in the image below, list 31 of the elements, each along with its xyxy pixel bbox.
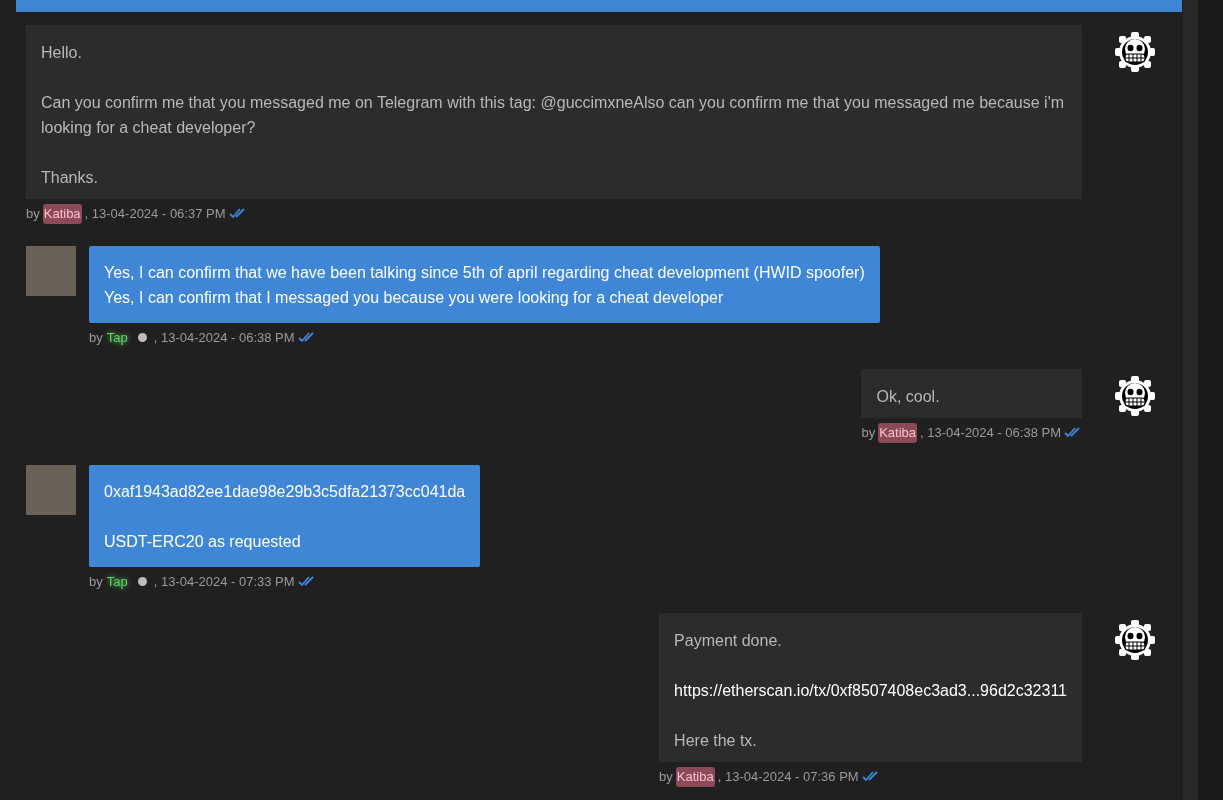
message-text: Hello. [41, 43, 83, 63]
message-text: Ok, cool. [876, 387, 941, 407]
message-text: Thanks. [41, 168, 99, 188]
message-text: Can you confirm me that you messaged me on Telegram with this tag: @guccimxneAlso can you confirm me that you messaged me because i'm looking for a cheat developer? [41, 93, 1066, 138]
timestamp: , 13-04-2024 - 06:37 PM [84, 205, 226, 223]
timestamp: , 13-04-2024 - 07:33 PM [153, 572, 295, 591]
avatar-photo-placeholder [26, 245, 76, 296]
by-label: by [861, 424, 876, 442]
timestamp: , 13-04-2024 - 06:38 PM [153, 328, 295, 347]
timestamp: , 13-04-2024 - 06:38 PM [920, 424, 1061, 442]
message-text: Yes, I can confirm that I messaged you because you were looking for a cheat developer [104, 287, 725, 308]
skull-avatar-icon [1114, 31, 1156, 73]
skull-avatar-icon [1114, 619, 1156, 661]
message-text: Here the tx. [674, 731, 758, 751]
by-label: by [89, 572, 103, 591]
author-link[interactable]: Katiba [878, 423, 918, 443]
by-label: by [659, 768, 673, 786]
link[interactable]: https://etherscan.io/tx/0xf8507408ec3ad3...96d2c32311 [674, 682, 1067, 699]
skull-avatar-icon [1114, 375, 1156, 417]
timestamp: , 13-04-2024 - 07:36 PM [717, 768, 859, 786]
author-link[interactable]: Katiba [675, 767, 715, 787]
message-text: Yes, I can confirm that we have been talking since 5th of april regarding cheat development (HWID spoofer) [104, 262, 865, 283]
author-link[interactable]: Katiba [42, 204, 82, 224]
message-text: USDT-ERC20 as requested [104, 531, 302, 552]
author-link[interactable]: Tap [105, 327, 129, 347]
message-text: Payment done. [674, 631, 783, 651]
by-label: by [26, 205, 40, 223]
avatar-photo-placeholder [26, 464, 76, 515]
message-text: 0xaf1943ad82ee1dae98e29b3c5dfa21373cc041da [104, 481, 466, 502]
by-label: by [89, 328, 103, 347]
author-link[interactable]: Tap [105, 571, 129, 591]
